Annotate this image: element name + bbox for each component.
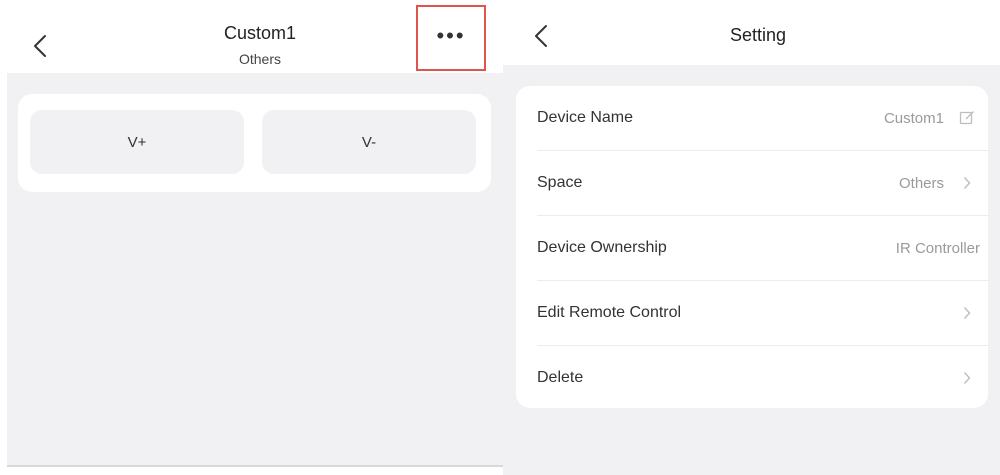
edit-icon[interactable]	[958, 109, 976, 127]
device-space-subtitle: Others	[238, 51, 281, 67]
setting-edit-remote-control[interactable]: Edit Remote Control	[516, 281, 988, 345]
setting-value: Others	[898, 174, 944, 192]
back-button[interactable]	[24, 28, 56, 64]
bottom-divider	[7, 465, 503, 467]
settings-list: Device Name Custom1 Space Others Device …	[516, 86, 988, 408]
volume-down-button[interactable]: V-	[262, 110, 476, 174]
setting-space[interactable]: Space Others	[516, 151, 988, 215]
more-options-button[interactable]: •••	[416, 5, 486, 71]
chevron-left-icon	[34, 35, 46, 57]
setting-label: Edit Remote Control	[537, 304, 682, 321]
setting-value: IR Controller	[895, 239, 980, 257]
setting-value: Custom1	[883, 109, 944, 127]
chevron-right-icon	[958, 174, 976, 192]
setting-device-name[interactable]: Device Name Custom1	[516, 86, 988, 150]
chevron-left-icon	[535, 25, 547, 47]
setting-label: Device Name	[537, 109, 634, 126]
chevron-right-icon	[958, 369, 976, 387]
remote-header: Custom1 Others •••	[0, 0, 503, 73]
setting-label: Delete	[537, 369, 584, 386]
setting-label: Space	[537, 174, 583, 191]
remote-control-screen: Custom1 Others ••• V+ V-	[0, 0, 503, 475]
settings-header: Setting	[503, 0, 1000, 65]
setting-label: Device Ownership	[537, 239, 667, 256]
remote-keys-card: V+ V-	[18, 94, 491, 192]
device-title: Custom1	[223, 23, 297, 43]
remote-body: V+ V-	[7, 73, 503, 465]
settings-screen: Setting Device Name Custom1 Space Others	[503, 0, 1000, 475]
chevron-right-icon	[958, 304, 976, 322]
setting-device-ownership: Device Ownership IR Controller	[516, 216, 988, 280]
settings-title: Setting	[729, 25, 787, 45]
remote-title-block: Custom1 Others	[150, 22, 370, 68]
settings-back-button[interactable]	[525, 18, 557, 54]
more-horizontal-icon: •••	[436, 23, 466, 48]
setting-delete[interactable]: Delete	[516, 346, 988, 410]
volume-up-button[interactable]: V+	[30, 110, 244, 174]
